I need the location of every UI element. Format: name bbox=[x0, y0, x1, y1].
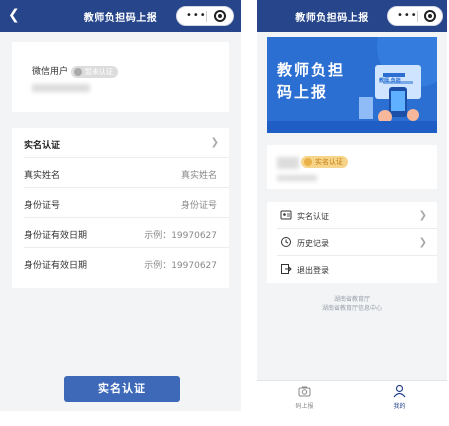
footer-org: 湖南省教育厅 bbox=[333, 296, 370, 303]
profile-name: 微信用户 bbox=[32, 67, 69, 77]
user-icon bbox=[304, 158, 312, 166]
close-target-icon[interactable] bbox=[424, 10, 436, 22]
mini-program-capsule[interactable]: ••• bbox=[387, 6, 443, 26]
right-navbar: 教师负担码上报 ••• bbox=[257, 0, 447, 32]
more-icon[interactable]: ••• bbox=[397, 10, 418, 21]
camera-icon bbox=[298, 386, 311, 397]
profile-card: 微信用户 暂未认证 bbox=[12, 42, 229, 112]
chevron-right-icon: ❯ bbox=[418, 210, 427, 221]
user-icon bbox=[73, 67, 82, 76]
blurred-id bbox=[277, 175, 317, 181]
field-id-number[interactable]: 身份证号 身份证号 bbox=[12, 188, 229, 218]
real-name-input[interactable]: 真实姓名 bbox=[181, 168, 217, 181]
logout-icon bbox=[281, 264, 292, 274]
capsule-divider bbox=[206, 11, 207, 22]
chevron-right-icon: ❯ bbox=[418, 237, 427, 248]
footer-org-center: 湖南省教育厅信息中心 bbox=[321, 305, 382, 312]
field-id-valid-date-1[interactable]: 身份证有效日期 示例：19970627 bbox=[12, 218, 229, 248]
blurred-avatar bbox=[277, 157, 299, 169]
field-id-valid-date-2[interactable]: 身份证有效日期 示例：19970627 bbox=[12, 248, 229, 278]
profile-card: 实名认证 bbox=[267, 145, 437, 189]
id-valid-date-input-1[interactable]: 示例：19970627 bbox=[144, 228, 217, 241]
banner-title-line1: 教师负担 bbox=[277, 61, 346, 79]
mini-program-capsule[interactable]: ••• bbox=[176, 6, 234, 26]
more-icon[interactable]: ••• bbox=[186, 10, 207, 21]
menu-item-logout[interactable]: 退出登录 bbox=[267, 256, 437, 283]
menu-item-history[interactable]: 历史记录 ❯ bbox=[267, 229, 437, 256]
realname-form-card: 实名认证 ❯ 真实姓名 真实姓名 身份证号 身份证号 身份证有效日期 示例：19… bbox=[12, 128, 229, 288]
realname-submit-button[interactable]: 实名认证 bbox=[64, 376, 180, 402]
tab-mine[interactable]: 我的 bbox=[352, 381, 447, 411]
capsule-divider bbox=[417, 11, 418, 22]
banner-art-text: 教师 负担 bbox=[379, 78, 401, 84]
chevron-right-icon: ❯ bbox=[210, 137, 219, 148]
tab-report[interactable]: 码上报 bbox=[257, 381, 352, 411]
right-phone-screen: 教师负担码上报 ••• 教师负担 码上报 教师 负担 实名认证 实名认证 ❯ 历… bbox=[257, 0, 447, 411]
tab-bar: 码上报 我的 bbox=[257, 380, 447, 411]
right-page-title: 教师负担码上报 bbox=[295, 13, 369, 24]
left-navbar: ❮ 教师负担码上报 ••• bbox=[0, 0, 241, 32]
id-number-input[interactable]: 身份证号 bbox=[181, 198, 217, 211]
banner-title-line2: 码上报 bbox=[277, 83, 329, 101]
menu-item-realname[interactable]: 实名认证 ❯ bbox=[267, 202, 437, 229]
menu-card: 实名认证 ❯ 历史记录 ❯ 退出登录 bbox=[267, 202, 437, 283]
id-card-icon bbox=[280, 210, 292, 220]
close-target-icon[interactable] bbox=[214, 10, 226, 22]
field-real-name[interactable]: 真实姓名 真实姓名 bbox=[12, 158, 229, 188]
blurred-id bbox=[32, 84, 90, 92]
verified-badge: 实名认证 bbox=[301, 156, 348, 168]
section-title: 实名认证 bbox=[24, 141, 61, 151]
history-icon bbox=[281, 237, 291, 247]
left-phone-screen: ❮ 教师负担码上报 ••• 微信用户 暂未认证 实名认证 ❯ 真实姓名 真实姓名 bbox=[0, 0, 241, 411]
section-header[interactable]: 实名认证 ❯ bbox=[12, 128, 229, 158]
unverified-badge: 暂未认证 bbox=[70, 65, 118, 78]
banner: 教师负担 码上报 教师 负担 bbox=[267, 37, 437, 133]
id-valid-date-input-2[interactable]: 示例：19970627 bbox=[144, 258, 217, 271]
user-icon bbox=[393, 384, 406, 398]
